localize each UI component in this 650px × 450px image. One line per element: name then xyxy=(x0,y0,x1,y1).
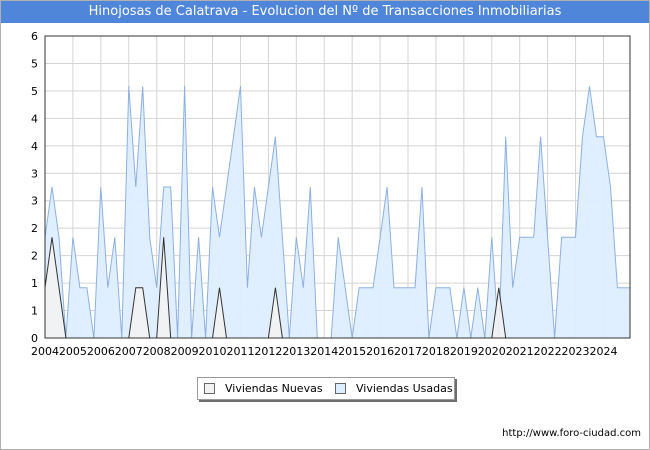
legend-label-usadas: Viviendas Usadas xyxy=(356,381,453,395)
legend: Viviendas Nuevas Viviendas Usadas xyxy=(197,377,455,400)
y-tick-label: 3 xyxy=(31,167,38,180)
x-tick-label: 2006 xyxy=(87,345,115,358)
y-tick-label: 1 xyxy=(31,305,38,318)
x-tick-label: 2020 xyxy=(478,345,506,358)
x-tick-label: 2007 xyxy=(115,345,143,358)
x-tick-label: 2009 xyxy=(171,345,199,358)
x-axis-ticks: 2004 2005 2006 2007 2008 2009 2010 2011 2012 2013… xyxy=(31,345,617,358)
y-tick-label: 5 xyxy=(31,85,38,98)
x-tick-label: 2017 xyxy=(394,345,422,358)
x-tick-label: 2019 xyxy=(450,345,478,358)
y-tick-label: 6 xyxy=(31,30,38,43)
x-tick-label: 2018 xyxy=(422,345,450,358)
y-tick-label: 0 xyxy=(31,332,38,345)
legend-label-nuevas: Viviendas Nuevas xyxy=(225,381,323,395)
x-tick-label: 2004 xyxy=(31,345,59,358)
x-tick-label: 2024 xyxy=(589,345,617,358)
y-tick-label: 2 xyxy=(31,250,38,263)
y-axis-ticks: 0 1 1 2 2 3 3 4 4 5 5 6 xyxy=(31,30,38,345)
x-tick-label: 2021 xyxy=(506,345,534,358)
y-tick-label: 1 xyxy=(31,277,38,290)
y-tick-label: 2 xyxy=(31,222,38,235)
footer-url: http://www.foro-ciudad.com xyxy=(502,428,641,439)
x-tick-label: 2008 xyxy=(143,345,171,358)
y-tick-label: 5 xyxy=(31,57,38,70)
x-tick-label: 2023 xyxy=(562,345,590,358)
x-tick-label: 2015 xyxy=(338,345,366,358)
legend-swatch-usadas xyxy=(335,382,346,394)
y-tick-label: 4 xyxy=(31,112,38,125)
x-tick-label: 2022 xyxy=(534,345,562,358)
legend-swatch-nuevas xyxy=(204,382,215,394)
y-tick-label: 4 xyxy=(31,140,38,153)
legend-item-usadas: Viviendas Usadas xyxy=(335,381,453,395)
x-tick-label: 2011 xyxy=(226,345,254,358)
x-tick-label: 2013 xyxy=(282,345,310,358)
x-tick-label: 2014 xyxy=(310,345,338,358)
x-tick-label: 2005 xyxy=(59,345,87,358)
x-tick-label: 2016 xyxy=(366,345,394,358)
x-tick-label: 2012 xyxy=(254,345,282,358)
x-tick-label: 2010 xyxy=(199,345,227,358)
legend-item-nuevas: Viviendas Nuevas xyxy=(204,381,323,395)
y-tick-label: 3 xyxy=(31,195,38,208)
